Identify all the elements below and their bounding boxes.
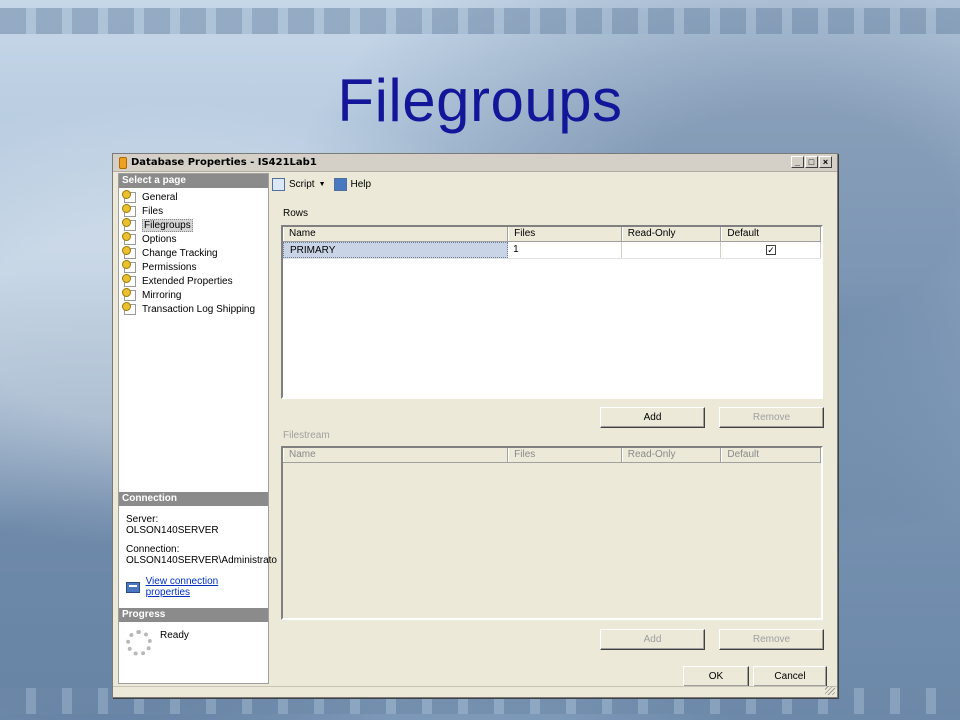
- cell-name[interactable]: PRIMARY: [283, 242, 509, 258]
- rows-section-label: Rows: [283, 208, 309, 219]
- page-item-label: Extended Properties: [142, 275, 233, 287]
- table-row[interactable]: PRIMARY 1 ✓: [283, 242, 822, 259]
- minimize-button[interactable]: _: [791, 156, 804, 168]
- page-item-label: Filegroups: [142, 218, 193, 232]
- filestream-remove-button[interactable]: Remove: [719, 629, 824, 650]
- page-icon: [122, 301, 136, 315]
- window-titlebar[interactable]: Database Properties - IS421Lab1 _ □ ×: [113, 154, 837, 172]
- page-list: General Files Filegroups Options Change …: [119, 188, 268, 316]
- progress-section: Progress Ready: [119, 608, 268, 664]
- close-button[interactable]: ×: [819, 156, 832, 168]
- server-value: OLSON140SERVER: [126, 525, 219, 536]
- page-icon: [122, 287, 136, 301]
- progress-header: Progress: [119, 608, 268, 622]
- view-connection-properties-label[interactable]: View connection properties: [146, 576, 261, 598]
- ok-button[interactable]: OK: [683, 666, 749, 687]
- page-item-change-tracking[interactable]: Change Tracking: [119, 245, 268, 260]
- database-properties-window: Database Properties - IS421Lab1 _ □ × Se…: [112, 153, 838, 698]
- script-icon: [272, 177, 285, 191]
- connection-body: Server: OLSON140SERVER Connection: OLSON…: [119, 506, 277, 606]
- column-header-name[interactable]: Name: [283, 227, 509, 241]
- progress-spinner-icon: [126, 630, 152, 656]
- page-item-extended-properties[interactable]: Extended Properties: [119, 273, 268, 288]
- page-icon: [122, 273, 136, 287]
- help-button[interactable]: Help: [333, 177, 372, 191]
- column-header-read-only[interactable]: Read-Only: [621, 448, 722, 462]
- rows-remove-button[interactable]: Remove: [719, 407, 824, 428]
- page-icon: [122, 217, 136, 231]
- toolbar: Script ▼ Help: [270, 173, 837, 195]
- rows-add-button[interactable]: Add: [600, 407, 705, 428]
- filestream-section-label: Filestream: [283, 430, 330, 441]
- database-icon: [119, 156, 127, 169]
- column-header-default[interactable]: Default: [721, 227, 821, 241]
- connection-section: Connection Server: OLSON140SERVER Connec…: [119, 492, 277, 606]
- resize-grip-icon[interactable]: [825, 686, 835, 695]
- page-item-label: Permissions: [142, 261, 197, 273]
- cell-read-only[interactable]: [622, 242, 722, 258]
- page-icon: [122, 259, 136, 273]
- page-item-options[interactable]: Options: [119, 231, 268, 246]
- view-connection-properties-link[interactable]: View connection properties: [126, 576, 261, 598]
- help-icon: [333, 177, 347, 191]
- page-item-general[interactable]: General: [119, 189, 268, 204]
- progress-body: Ready: [119, 622, 268, 664]
- page-item-files[interactable]: Files: [119, 203, 268, 218]
- cell-files[interactable]: 1: [508, 242, 622, 258]
- decorative-film-strip-top: [0, 8, 960, 34]
- page-item-label: Change Tracking: [142, 247, 218, 259]
- page-item-filegroups[interactable]: Filegroups: [119, 217, 268, 232]
- select-page-header: Select a page: [119, 174, 268, 188]
- filestream-grid-header: Name Files Read-Only Default: [283, 448, 821, 463]
- chevron-down-icon[interactable]: ▼: [319, 181, 326, 188]
- column-header-files[interactable]: Files: [508, 448, 622, 462]
- page-icon: [122, 203, 136, 217]
- window-controls: _ □ ×: [791, 156, 832, 168]
- server-label: Server:: [126, 514, 159, 525]
- connection-header: Connection: [119, 492, 268, 506]
- page-item-mirroring[interactable]: Mirroring: [119, 287, 268, 302]
- connection-value: OLSON140SERVER\Administrato: [126, 555, 277, 566]
- script-button[interactable]: Script ▼: [272, 177, 326, 191]
- rows-grid[interactable]: Name Files Read-Only Default PRIMARY 1 ✓: [281, 225, 823, 399]
- filestream-add-button[interactable]: Add: [600, 629, 705, 650]
- cancel-button[interactable]: Cancel: [753, 666, 827, 687]
- page-item-label: Transaction Log Shipping: [142, 303, 256, 315]
- window-title: Database Properties - IS421Lab1: [131, 157, 317, 168]
- slide-title: Filegroups: [337, 67, 623, 134]
- column-header-read-only[interactable]: Read-Only: [621, 227, 722, 241]
- connection-properties-icon: [126, 581, 140, 593]
- left-pane: Select a page General Files Filegroups O…: [118, 173, 277, 684]
- page-item-permissions[interactable]: Permissions: [119, 259, 268, 274]
- column-header-name[interactable]: Name: [283, 448, 509, 462]
- progress-status: Ready: [160, 630, 189, 641]
- script-label: Script: [289, 178, 315, 190]
- page-icon: [122, 231, 136, 245]
- page-item-label: Options: [142, 233, 177, 245]
- maximize-button[interactable]: □: [805, 156, 818, 168]
- status-strip: [113, 686, 837, 697]
- default-checkbox[interactable]: ✓: [766, 245, 777, 255]
- page-item-label: Mirroring: [142, 289, 182, 301]
- connection-label: Connection:: [126, 544, 180, 555]
- page-icon: [122, 245, 136, 259]
- filestream-grid[interactable]: Name Files Read-Only Default: [281, 446, 823, 620]
- page-item-transaction-log-shipping[interactable]: Transaction Log Shipping: [119, 301, 268, 316]
- column-header-files[interactable]: Files: [508, 227, 622, 241]
- page-item-label: Files: [142, 205, 164, 217]
- page-icon: [122, 189, 136, 203]
- cell-default: ✓: [721, 242, 822, 258]
- help-label: Help: [350, 178, 372, 190]
- rows-grid-header: Name Files Read-Only Default: [283, 227, 821, 242]
- column-header-default[interactable]: Default: [721, 448, 821, 462]
- page-item-label: General: [142, 191, 178, 203]
